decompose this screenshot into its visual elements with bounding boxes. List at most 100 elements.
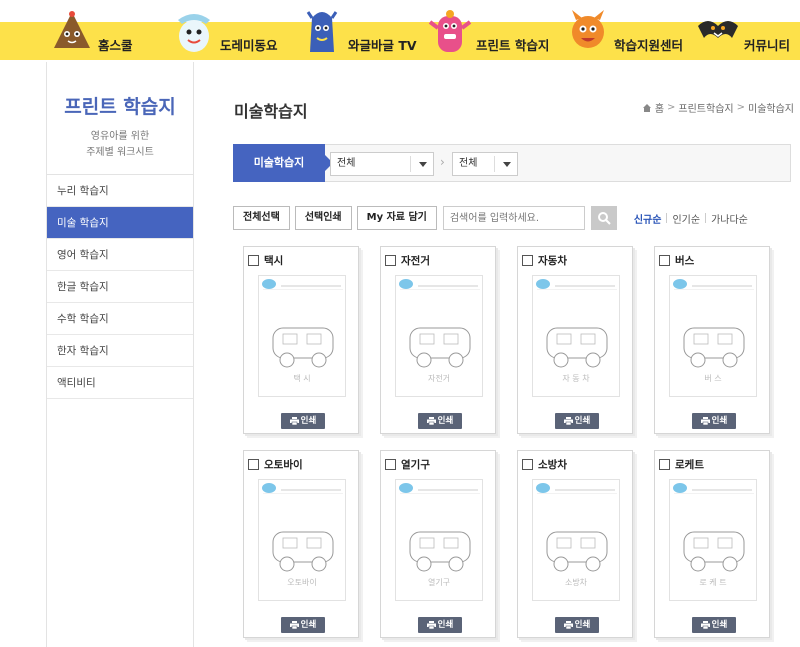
worksheet-card: 열기구 열기구 인쇄 xyxy=(380,450,496,638)
sidebar-subtitle-line1: 영유아를 위한 xyxy=(90,131,150,142)
filter-bar: 미술학습지 전체 › 전체 xyxy=(233,144,791,182)
worksheet-header-graphic xyxy=(536,279,617,290)
worksheet-word: 로 케 트 xyxy=(699,578,727,587)
worksheet-thumbnail[interactable]: 버 스 xyxy=(669,275,757,397)
printer-icon xyxy=(563,621,573,629)
print-button[interactable]: 인쇄 xyxy=(555,617,599,633)
printer-icon xyxy=(700,417,710,425)
print-button[interactable]: 인쇄 xyxy=(555,413,599,429)
sort-popular[interactable]: 인기순 xyxy=(667,211,705,226)
print-label: 인쇄 xyxy=(300,416,317,426)
worksheet-checkbox[interactable] xyxy=(385,255,396,266)
worksheet-card: 택시 택 시 인쇄 xyxy=(243,246,359,434)
worksheet-checkbox[interactable] xyxy=(522,459,533,470)
nav-label: 도레미동요 xyxy=(220,37,278,53)
nav-label: 커뮤니티 xyxy=(744,37,791,53)
worksheet-thumbnail[interactable]: 자전거 xyxy=(395,275,483,397)
print-selected-button[interactable]: 선택인쇄 xyxy=(294,206,352,230)
print-button[interactable]: 인쇄 xyxy=(692,413,736,429)
category-select-2[interactable]: 전체 xyxy=(452,152,518,176)
print-button[interactable]: 인쇄 xyxy=(418,413,462,429)
save-my-button[interactable]: My 자료 담기 xyxy=(356,206,437,230)
worksheet-card: 소방차 소방차 인쇄 xyxy=(517,450,633,638)
worksheet-title: 소방차 xyxy=(538,459,567,471)
nav-item-doremi[interactable]: 도레미동요 xyxy=(172,8,278,60)
sidebar-item-math[interactable]: 수학 학습지 xyxy=(47,303,193,335)
worksheet-checkbox[interactable] xyxy=(522,255,533,266)
sidebar-item-art[interactable]: 미술 학습지 xyxy=(47,207,193,239)
worksheet-checkbox[interactable] xyxy=(659,459,670,470)
worksheet-checkbox[interactable] xyxy=(248,255,259,266)
print-button[interactable]: 인쇄 xyxy=(418,617,462,633)
worksheet-header-graphic xyxy=(673,279,754,290)
print-button[interactable]: 인쇄 xyxy=(281,413,325,429)
worksheet-outline-drawing xyxy=(546,327,608,368)
worksheet-outline-drawing xyxy=(683,531,745,572)
printer-icon xyxy=(563,417,573,425)
breadcrumb-home[interactable]: 홈 xyxy=(655,100,664,115)
worksheet-word: 오토바이 xyxy=(287,578,317,587)
toolbar: 전체선택 선택인쇄 My 자료 담기 신규순 인기순 가나다순 xyxy=(233,206,753,230)
sort-alphabetical[interactable]: 가나다순 xyxy=(706,211,753,226)
worksheet-card: 오토바이 오토바이 인쇄 xyxy=(243,450,359,638)
worksheet-thumbnail[interactable]: 열기구 xyxy=(395,479,483,601)
sort-newest[interactable]: 신규순 xyxy=(629,211,667,226)
sidebar-item-activity[interactable]: 액티비티 xyxy=(47,367,193,399)
print-button[interactable]: 인쇄 xyxy=(281,617,325,633)
worksheet-header-graphic xyxy=(262,483,343,494)
homeschool-mascot-icon xyxy=(54,11,90,48)
worksheet-card: 자전거 자전거 인쇄 xyxy=(380,246,496,434)
worksheet-word: 소방차 xyxy=(564,578,588,587)
breadcrumb-print[interactable]: 프린트학습지 xyxy=(678,100,733,115)
support-mascot-icon xyxy=(572,10,604,48)
worksheet-card: 로케트 로 케 트 인쇄 xyxy=(654,450,770,638)
nav-item-support[interactable]: 학습지원센터 xyxy=(566,8,683,60)
print-label: 인쇄 xyxy=(574,416,591,426)
search-icon xyxy=(597,212,611,225)
sidebar-item-hangul[interactable]: 한글 학습지 xyxy=(47,271,193,303)
worksheet-outline-drawing xyxy=(272,327,334,368)
worksheet-thumbnail[interactable]: 오토바이 xyxy=(258,479,346,601)
search-input[interactable] xyxy=(442,206,585,230)
worksheet-thumbnail[interactable]: 택 시 xyxy=(258,275,346,397)
worksheet-header-graphic xyxy=(262,279,343,290)
worksheet-title: 택시 xyxy=(264,255,284,267)
doremi-mascot-icon xyxy=(178,14,210,52)
nav-item-tv[interactable]: 와글바글 TV xyxy=(300,8,417,60)
select-value: 전체 xyxy=(459,158,478,169)
worksheet-thumbnail[interactable]: 소방차 xyxy=(532,479,620,601)
select-all-button[interactable]: 전체선택 xyxy=(233,206,290,230)
worksheet-checkbox[interactable] xyxy=(248,459,259,470)
sidebar-item-hanja[interactable]: 한자 학습지 xyxy=(47,335,193,367)
nav-item-print[interactable]: 프린트 학습지 xyxy=(428,8,549,60)
filter-category-tab[interactable]: 미술학습지 xyxy=(233,144,333,182)
print-label: 인쇄 xyxy=(300,620,317,630)
worksheet-checkbox[interactable] xyxy=(659,255,670,266)
printer-icon xyxy=(426,621,436,629)
nav-label: 와글바글 TV xyxy=(348,37,417,53)
worksheet-title: 오토바이 xyxy=(264,459,303,471)
sidebar-item-nuri[interactable]: 누리 학습지 xyxy=(47,175,193,207)
printer-icon xyxy=(426,417,436,425)
chevron-down-icon xyxy=(419,162,427,167)
worksheet-card: 자동차 자 동 차 인쇄 xyxy=(517,246,633,434)
worksheet-title: 자전거 xyxy=(401,255,430,267)
worksheet-word: 버 스 xyxy=(704,374,722,383)
sidebar-item-english[interactable]: 영어 학습지 xyxy=(47,239,193,271)
worksheet-outline-drawing xyxy=(409,531,471,572)
breadcrumb-separator: > xyxy=(736,102,745,113)
tv-mascot-icon xyxy=(306,11,338,52)
nav-item-homeschool[interactable]: 홈스쿨 xyxy=(50,8,133,60)
nav-item-community[interactable]: 커뮤니티 xyxy=(696,8,790,60)
category-select-1[interactable]: 전체 xyxy=(330,152,434,176)
print-label: 인쇄 xyxy=(711,416,728,426)
chevron-down-icon xyxy=(503,162,511,167)
search-button[interactable] xyxy=(590,206,617,230)
worksheet-card: 버스 버 스 인쇄 xyxy=(654,246,770,434)
worksheet-checkbox[interactable] xyxy=(385,459,396,470)
worksheet-thumbnail[interactable]: 로 케 트 xyxy=(669,479,757,601)
print-button[interactable]: 인쇄 xyxy=(692,617,736,633)
worksheet-thumbnail[interactable]: 자 동 차 xyxy=(532,275,620,397)
page-title: 미술학습지 xyxy=(234,102,308,121)
worksheet-title: 열기구 xyxy=(401,459,430,471)
